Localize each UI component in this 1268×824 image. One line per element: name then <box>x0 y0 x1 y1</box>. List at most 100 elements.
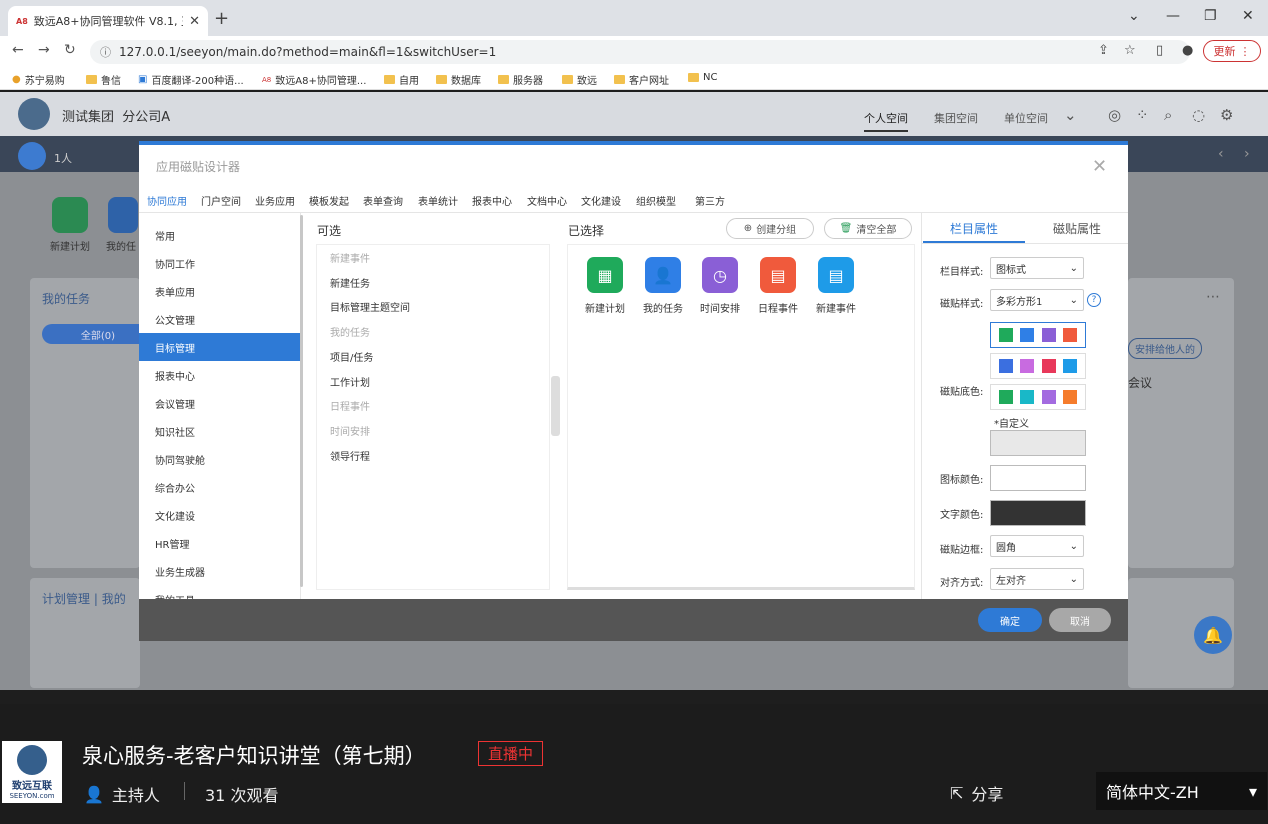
calendar-clock-icon[interactable]: ◷ <box>702 257 738 293</box>
clear-all-button[interactable]: 🗑 清空全部 <box>824 218 912 239</box>
user-icon[interactable]: ◎ <box>1108 106 1121 124</box>
tab-search-icon[interactable]: ⌄ <box>1128 8 1140 24</box>
reload-icon[interactable]: ↻ <box>64 42 76 58</box>
category-item[interactable]: 报表中心 <box>139 361 300 389</box>
category-item-active[interactable]: 目标管理 <box>139 333 300 361</box>
calendar-grid-icon[interactable]: ▦ <box>587 257 623 293</box>
gear-icon[interactable]: ⚙ <box>1220 106 1233 124</box>
search-icon[interactable]: ⌕ <box>1164 106 1172 124</box>
chevron-down-icon[interactable]: ⌄ <box>1064 106 1077 124</box>
category-item[interactable]: HR管理 <box>139 529 300 557</box>
panel-splitter[interactable] <box>551 376 560 436</box>
tab-org-model[interactable]: 组织模型 <box>636 193 676 208</box>
tab-form-stats[interactable]: 表单统计 <box>418 193 458 208</box>
tab-culture[interactable]: 文化建设 <box>581 193 621 208</box>
bookmark-item[interactable]: 自用 <box>384 72 419 87</box>
tab-doc-center[interactable]: 文档中心 <box>527 193 567 208</box>
bookmark-item[interactable]: A8 致远A8+协同管理... <box>262 72 366 88</box>
ok-button[interactable]: 确定 <box>978 608 1042 632</box>
category-item[interactable]: 综合办公 <box>139 473 300 501</box>
category-item[interactable]: 表单应用 <box>139 277 300 305</box>
optional-item[interactable]: 目标管理主题空间 <box>330 299 410 314</box>
calendar-icon[interactable]: ▤ <box>760 257 796 293</box>
forward-icon[interactable]: → <box>38 42 50 58</box>
url-field[interactable]: ⓘ 127.0.0.1/seeyon/main.do?method=main&f… <box>90 40 1190 64</box>
tile-style-select[interactable]: 多彩方形1 ⌄ <box>990 289 1084 311</box>
assign-pill[interactable]: 安排给他人的 <box>1128 338 1202 359</box>
maximize-icon[interactable]: ❐ <box>1204 8 1217 24</box>
optional-item[interactable]: 新建任务 <box>330 275 370 290</box>
profile-icon[interactable]: ● <box>1182 43 1193 58</box>
new-tab-icon[interactable]: + <box>214 8 229 29</box>
align-select[interactable]: 左对齐 ⌄ <box>990 568 1084 590</box>
close-window-icon[interactable]: ✕ <box>1242 8 1254 24</box>
bookmark-item[interactable]: 鲁信 <box>86 72 121 87</box>
optional-item[interactable]: 领导行程 <box>330 448 370 463</box>
border-select[interactable]: 圆角 ⌄ <box>990 535 1084 557</box>
tab-third-party[interactable]: 第三方 <box>695 193 725 208</box>
tab-column-props[interactable]: 栏目属性 <box>950 220 998 237</box>
tab-collab-apps[interactable]: 协同应用 <box>147 193 187 214</box>
tab-portal-space[interactable]: 门户空间 <box>201 193 241 208</box>
cancel-button[interactable]: 取消 <box>1049 608 1111 632</box>
chevron-right-icon[interactable]: › <box>1244 146 1250 162</box>
org-name[interactable]: 测试集团 分公司A <box>62 106 170 125</box>
bookmark-item[interactable]: ● 苏宁易购 <box>12 72 65 87</box>
category-item[interactable]: 公文管理 <box>139 305 300 333</box>
apps-icon[interactable]: ⁘ <box>1136 106 1149 124</box>
bookmark-star-icon[interactable]: ☆ <box>1124 43 1136 58</box>
category-item[interactable]: 知识社区 <box>139 417 300 445</box>
optional-item[interactable]: 工作计划 <box>330 374 370 389</box>
optional-item[interactable]: 项目/任务 <box>330 349 373 364</box>
bookmark-item[interactable]: 服务器 <box>498 72 543 87</box>
tab-report-center[interactable]: 报表中心 <box>472 193 512 208</box>
message-icon[interactable]: ◌ <box>1192 106 1205 124</box>
category-item[interactable]: 业务生成器 <box>139 557 300 585</box>
user-check-icon[interactable]: 👤 <box>645 257 681 293</box>
category-item[interactable]: 文化建设 <box>139 501 300 529</box>
browser-tab[interactable]: A8 致远A8+协同管理软件 V8.1, 王… ✕ <box>8 6 208 36</box>
language-select[interactable]: 简体中文-ZH ▾ <box>1096 772 1267 810</box>
category-item[interactable]: 协同工作 <box>139 249 300 277</box>
close-icon[interactable]: ✕ <box>1092 156 1107 177</box>
tab-business-apps[interactable]: 业务应用 <box>255 193 295 208</box>
update-button[interactable]: 更新 ⋮ <box>1203 40 1261 62</box>
bookmark-item[interactable]: 客户网址 <box>614 72 669 87</box>
share-button[interactable]: ⇱ 分享 <box>950 781 1003 805</box>
text-color-picker[interactable] <box>990 500 1086 526</box>
category-scrollbar[interactable] <box>300 215 303 587</box>
nav-personal-space[interactable]: 个人空间 <box>864 110 908 132</box>
tab-form-query[interactable]: 表单查询 <box>363 193 403 208</box>
more-icon[interactable]: ⋯ <box>1206 289 1220 305</box>
bell-icon[interactable]: 🔔 <box>1194 616 1232 654</box>
bookmark-item[interactable]: 数据库 <box>436 72 481 87</box>
bookmark-item[interactable]: 致远 <box>562 72 597 87</box>
bookmark-item[interactable]: NC <box>688 72 717 83</box>
bookmark-item[interactable]: ▣ 百度翻译-200种语... <box>138 72 244 87</box>
chevron-left-icon[interactable]: ‹ <box>1218 146 1224 162</box>
create-group-button[interactable]: ⊕ 创建分组 <box>726 218 814 239</box>
sidepanel-icon[interactable]: ▯ <box>1156 43 1163 58</box>
minimize-icon[interactable]: — <box>1166 8 1180 24</box>
swatch-row[interactable] <box>990 322 1086 348</box>
all-filter-pill[interactable]: 全部(0) <box>42 324 154 344</box>
help-icon[interactable]: ? <box>1087 293 1101 307</box>
category-item[interactable]: 我的工具 <box>139 585 300 600</box>
icon-color-picker[interactable] <box>990 465 1086 491</box>
tab-tile-props[interactable]: 磁贴属性 <box>1053 220 1101 237</box>
nav-unit-space[interactable]: 单位空间 <box>1004 110 1048 126</box>
tab-template-launch[interactable]: 模板发起 <box>309 193 349 208</box>
category-item[interactable]: 会议管理 <box>139 389 300 417</box>
close-tab-icon[interactable]: ✕ <box>189 14 200 29</box>
column-style-select[interactable]: 图标式 ⌄ <box>990 257 1084 279</box>
category-item[interactable]: 协同驾驶舱 <box>139 445 300 473</box>
calendar-icon[interactable]: ▤ <box>818 257 854 293</box>
share-page-icon[interactable]: ⇪ <box>1098 43 1109 58</box>
avatar[interactable] <box>18 142 46 170</box>
swatch-row[interactable] <box>990 384 1086 410</box>
swatch-row[interactable] <box>990 353 1086 379</box>
custom-color-picker[interactable] <box>990 430 1086 456</box>
category-item[interactable]: 常用 <box>139 221 300 249</box>
back-icon[interactable]: ← <box>12 42 24 58</box>
nav-group-space[interactable]: 集团空间 <box>934 110 978 126</box>
